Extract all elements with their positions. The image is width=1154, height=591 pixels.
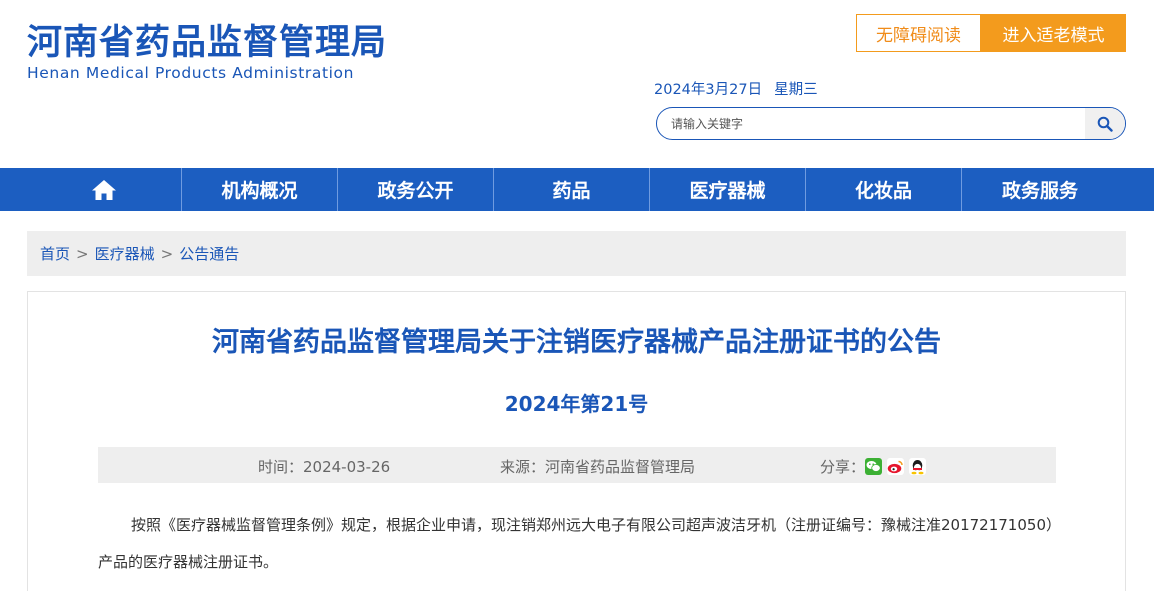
search-icon: [1097, 116, 1113, 132]
breadcrumb-medical-devices[interactable]: 医疗器械: [95, 243, 155, 264]
nav-item-organization[interactable]: 机构概况: [182, 168, 338, 211]
article-title: 河南省药品监督管理局关于注销医疗器械产品注册证书的公告: [212, 327, 941, 358]
accessibility-reading-button[interactable]: 无障碍阅读: [856, 14, 981, 52]
logo-english-name: Henan Medical Products Administration: [27, 64, 355, 82]
article-panel: 河南省药品监督管理局关于注销医疗器械产品注册证书的公告 2024年第21号 时间…: [27, 291, 1126, 591]
search-box: [656, 107, 1126, 140]
site-header: 河南省药品监督管理局 Henan Medical Products Admini…: [0, 0, 1154, 168]
article-source: 来源：河南省药品监督管理局: [500, 458, 696, 476]
wechat-icon[interactable]: [865, 458, 883, 475]
publish-time: 时间：2024-03-26: [258, 458, 391, 476]
search-button[interactable]: [1085, 108, 1125, 139]
weekday-text: 星期三: [774, 82, 818, 98]
current-date: 2024年3月27日 星期三: [654, 78, 818, 99]
main-nav: 机构概况 政务公开 药品 医疗器械 化妆品 政务服务: [0, 168, 1154, 211]
date-text: 2024年3月27日: [654, 82, 763, 98]
breadcrumb-separator: >: [76, 244, 89, 263]
document-number: 2024年第21号: [504, 392, 649, 416]
article-meta-bar: 时间：2024-03-26 来源：河南省药品监督管理局 分享：: [98, 447, 1056, 483]
weibo-icon[interactable]: [887, 458, 905, 475]
elder-mode-button[interactable]: 进入适老模式: [981, 14, 1126, 52]
nav-item-drugs[interactable]: 药品: [494, 168, 650, 211]
breadcrumb-separator: >: [160, 244, 174, 263]
nav-item-government-affairs[interactable]: 政务公开: [338, 168, 494, 211]
nav-item-medical-devices[interactable]: 医疗器械: [650, 168, 806, 211]
breadcrumb-home[interactable]: 首页: [40, 243, 70, 264]
site-logo[interactable]: 河南省药品监督管理局 Henan Medical Products Admini…: [27, 22, 387, 82]
breadcrumb-announcements[interactable]: 公告通告: [179, 243, 239, 264]
breadcrumb: 首页 > 医疗器械 > 公告通告: [27, 231, 1126, 276]
nav-item-cosmetics[interactable]: 化妆品: [806, 168, 962, 211]
home-icon: [91, 179, 116, 200]
share-bar: 分享：: [820, 456, 931, 477]
qq-icon[interactable]: [909, 458, 927, 475]
share-label: 分享：: [820, 458, 866, 476]
nav-home[interactable]: [26, 168, 182, 211]
accessibility-buttons: 无障碍阅读 进入适老模式: [856, 14, 1126, 52]
nav-item-government-services[interactable]: 政务服务: [962, 168, 1118, 211]
search-input[interactable]: [657, 108, 1085, 139]
article-body: 按照《医疗器械监督管理条例》规定，根据企业申请，现注销郑州远大电子有限公司超声波…: [98, 516, 1054, 571]
logo-chinese-name: 河南省药品监督管理局: [27, 23, 388, 63]
